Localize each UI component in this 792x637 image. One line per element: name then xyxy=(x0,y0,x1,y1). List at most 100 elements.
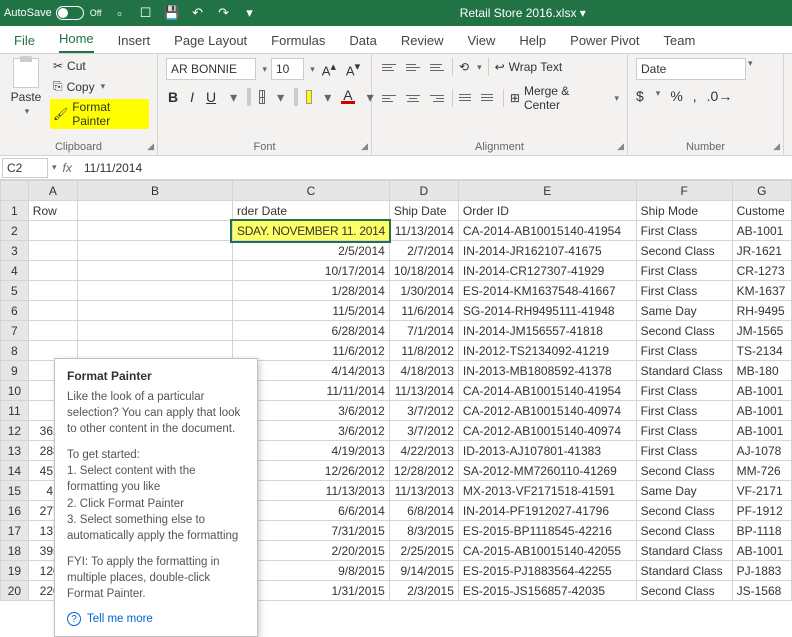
col-header-C[interactable]: C xyxy=(232,181,389,201)
cell[interactable]: ES-2014-KM1637548-41667 xyxy=(458,281,636,301)
cell[interactable]: First Class xyxy=(636,381,732,401)
cell[interactable] xyxy=(28,301,77,321)
col-header-D[interactable]: D xyxy=(389,181,458,201)
cell[interactable]: 1/28/2014 xyxy=(232,281,389,301)
row-header[interactable]: 14 xyxy=(1,461,29,481)
cell[interactable]: ES-2015-PJ1883564-42255 xyxy=(458,561,636,581)
cell[interactable] xyxy=(78,321,233,341)
cell[interactable]: IN-2014-PF1912027-41796 xyxy=(458,501,636,521)
row-header[interactable]: 2 xyxy=(1,221,29,241)
cell[interactable]: CR-1273 xyxy=(732,261,791,281)
cell[interactable]: ES-2015-JS156857-42035 xyxy=(458,581,636,601)
cell[interactable]: 11/13/2013 xyxy=(389,481,458,501)
cell[interactable]: Second Class xyxy=(636,461,732,481)
row-header[interactable]: 12 xyxy=(1,421,29,441)
cell[interactable]: CA-2012-AB10015140-40974 xyxy=(458,421,636,441)
cell[interactable]: 12/28/2012 xyxy=(389,461,458,481)
cell[interactable]: CA-2012-AB10015140-40974 xyxy=(458,401,636,421)
row-header[interactable]: 9 xyxy=(1,361,29,381)
cell[interactable]: Standard Class xyxy=(636,361,732,381)
italic-button[interactable]: I xyxy=(188,89,196,105)
cell[interactable]: First Class xyxy=(636,221,732,241)
col-header-F[interactable]: F xyxy=(636,181,732,201)
cell[interactable]: SA-2012-MM7260110-41269 xyxy=(458,461,636,481)
chevron-down-icon[interactable]: ▾ xyxy=(228,89,239,106)
formula-input[interactable]: 11/11/2014 xyxy=(78,161,148,175)
cell[interactable]: JR-1621 xyxy=(732,241,791,261)
cell[interactable]: JS-1568 xyxy=(732,581,791,601)
tab-view[interactable]: View xyxy=(467,33,495,53)
cell[interactable]: AB-1001 xyxy=(732,401,791,421)
open-icon[interactable]: ☐ xyxy=(138,5,154,21)
chevron-down-icon[interactable]: ▾ xyxy=(262,64,267,75)
chevron-down-icon[interactable]: ▾ xyxy=(477,62,482,73)
cell[interactable] xyxy=(28,321,77,341)
cell[interactable]: 3/7/2012 xyxy=(389,401,458,421)
header-cell[interactable]: rder Date xyxy=(232,201,389,221)
cell[interactable]: AB-1001 xyxy=(732,421,791,441)
align-bottom-icon[interactable] xyxy=(428,59,446,75)
cell[interactable]: JM-1565 xyxy=(732,321,791,341)
increase-decimal-icon[interactable]: .0→ xyxy=(707,88,733,104)
cell[interactable]: ES-2015-BP1118545-42216 xyxy=(458,521,636,541)
cell[interactable]: IN-2013-MB1808592-41378 xyxy=(458,361,636,381)
merge-center-button[interactable]: ⊞ Merge & Center ▾ xyxy=(510,84,619,112)
tab-review[interactable]: Review xyxy=(401,33,444,53)
cell[interactable] xyxy=(28,261,77,281)
tab-formulas[interactable]: Formulas xyxy=(271,33,325,53)
tab-team[interactable]: Team xyxy=(664,33,696,53)
cell[interactable]: AB-1001 xyxy=(732,221,791,241)
row-header[interactable]: 10 xyxy=(1,381,29,401)
qat-more-icon[interactable]: ▾ xyxy=(242,5,258,21)
header-cell[interactable]: Order ID xyxy=(458,201,636,221)
align-top-icon[interactable] xyxy=(380,59,398,75)
row-header[interactable]: 6 xyxy=(1,301,29,321)
dialog-launcher-icon[interactable]: ◢ xyxy=(773,141,780,152)
row-header[interactable]: 20 xyxy=(1,581,29,601)
percent-format-icon[interactable]: % xyxy=(670,88,682,104)
cell[interactable]: AB-1001 xyxy=(732,541,791,561)
cell[interactable]: Same Day xyxy=(636,301,732,321)
cell[interactable]: Second Class xyxy=(636,501,732,521)
align-right-icon[interactable] xyxy=(428,90,446,106)
wrap-text-button[interactable]: ↩ Wrap Text xyxy=(495,60,563,74)
cell[interactable]: First Class xyxy=(636,441,732,461)
cell[interactable]: First Class xyxy=(636,341,732,361)
chevron-down-icon[interactable]: ▾ xyxy=(322,89,333,106)
chevron-down-icon[interactable]: ▾ xyxy=(748,58,753,80)
cell[interactable] xyxy=(78,301,233,321)
tell-me-more-link[interactable]: ? Tell me more xyxy=(67,612,245,626)
cell[interactable] xyxy=(28,281,77,301)
bold-button[interactable]: B xyxy=(166,89,180,105)
fill-color-button[interactable] xyxy=(306,90,312,104)
cell[interactable]: 11/13/2014 xyxy=(389,381,458,401)
row-header[interactable]: 5 xyxy=(1,281,29,301)
cell[interactable] xyxy=(78,261,233,281)
number-format-combo[interactable]: Date xyxy=(636,58,746,80)
chevron-down-icon[interactable]: ▾ xyxy=(310,64,315,75)
cell[interactable]: AB-1001 xyxy=(732,381,791,401)
cell[interactable]: VF-2171 xyxy=(732,481,791,501)
cell[interactable]: 6/8/2014 xyxy=(389,501,458,521)
dialog-launcher-icon[interactable]: ◢ xyxy=(361,141,368,152)
header-cell[interactable]: Row xyxy=(28,201,77,221)
cell[interactable]: First Class xyxy=(636,401,732,421)
underline-button[interactable]: U xyxy=(204,89,218,105)
cell[interactable]: 2/5/2014 xyxy=(232,241,389,261)
paste-button[interactable]: Paste ▾ xyxy=(8,58,44,141)
cell[interactable]: TS-2134 xyxy=(732,341,791,361)
cell[interactable] xyxy=(78,281,233,301)
row-header[interactable]: 11 xyxy=(1,401,29,421)
cell[interactable] xyxy=(28,221,77,241)
cell[interactable]: 3/7/2012 xyxy=(389,421,458,441)
dialog-launcher-icon[interactable]: ◢ xyxy=(147,141,154,152)
header-cell[interactable]: Custome xyxy=(732,201,791,221)
col-header-E[interactable]: E xyxy=(458,181,636,201)
cell[interactable]: MB-180 xyxy=(732,361,791,381)
redo-icon[interactable]: ↷ xyxy=(216,5,232,21)
row-header[interactable]: 8 xyxy=(1,341,29,361)
cell[interactable]: 11/8/2012 xyxy=(389,341,458,361)
cell[interactable] xyxy=(28,241,77,261)
shrink-font-icon[interactable]: A▾ xyxy=(343,60,363,78)
cell[interactable]: 2/25/2015 xyxy=(389,541,458,561)
